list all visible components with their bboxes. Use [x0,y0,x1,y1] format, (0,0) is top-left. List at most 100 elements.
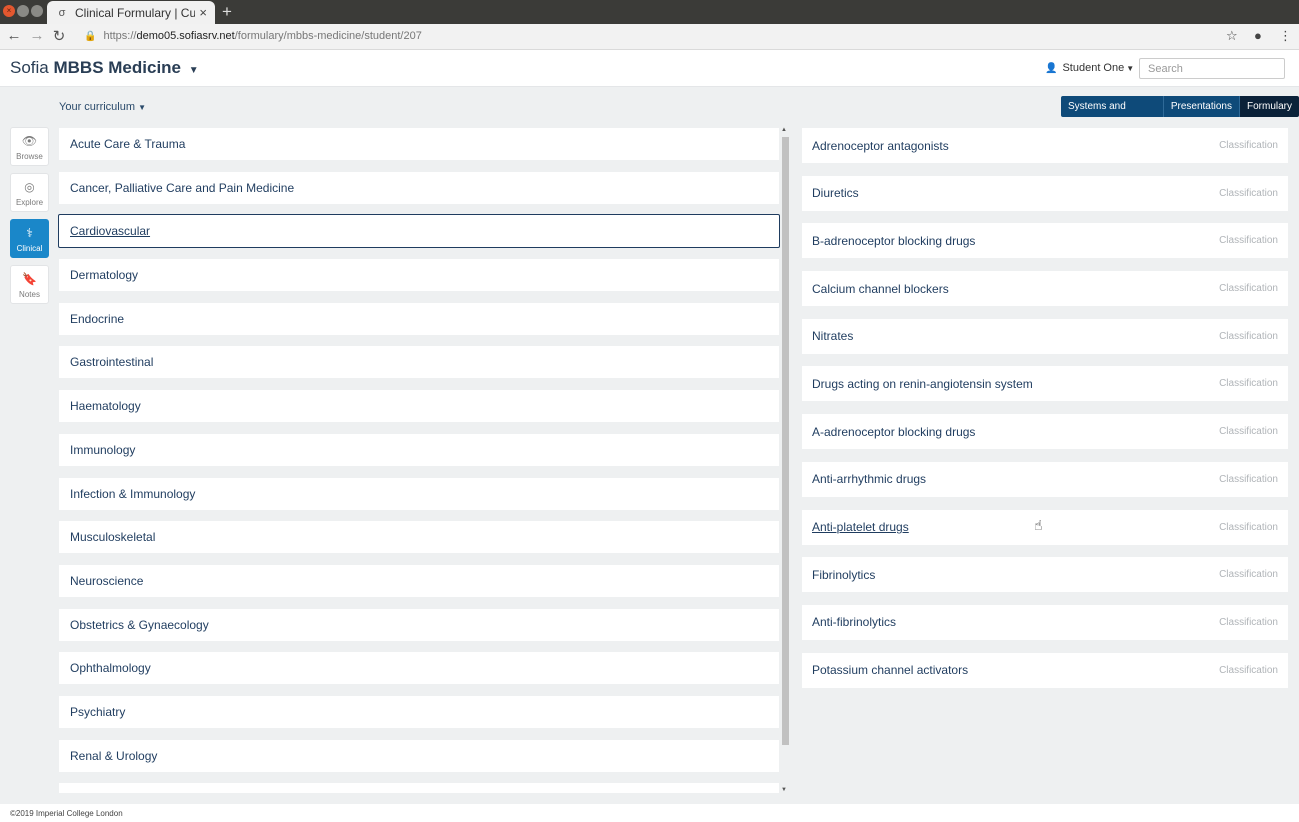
footer: ©2019 Imperial College London [0,804,1299,822]
sidenav-item-clinical[interactable]: ⚕ Clinical [10,219,49,258]
brand-name: Sofia [10,58,49,77]
list-item[interactable]: Acute Care & Trauma [58,127,780,161]
systems-list-scrollbar[interactable]: ▲ ▼ [781,127,790,793]
url-host: demo05.sofiasrv.net [136,30,235,42]
drug-type: Classification [1219,378,1278,390]
list-item[interactable]: Neuroscience [58,563,780,598]
scroll-down-arrow-icon[interactable]: ▼ [781,787,787,793]
list-item-selected[interactable]: Cardiovascular [58,214,780,249]
drug-name[interactable]: Adrenoceptor antagonists [812,139,949,153]
list-item[interactable]: A-adrenoceptor blocking drugs Classifica… [801,413,1289,451]
sofia-favicon-icon: σ [58,6,66,19]
drug-type: Classification [1219,330,1278,342]
list-item[interactable]: Calcium channel blockers Classification [801,270,1289,308]
list-item[interactable]: Musculoskeletal [58,520,780,555]
browser-menu-icon[interactable]: ⋮ [1279,28,1292,44]
tab-title: Clinical Formulary | Curric [75,5,196,20]
window-maximize-icon[interactable] [31,5,43,17]
drug-name[interactable]: Potassium channel activators [812,663,968,677]
drug-name[interactable]: Fibrinolytics [812,568,875,582]
tab-systems-and-specialties[interactable]: Systems and Specialties [1061,96,1164,117]
hand-pointer-icon: ☝ [1034,517,1043,533]
url-scheme: https:// [103,30,137,42]
scrollbar-thumb[interactable] [782,137,789,745]
compass-icon: ◎ [24,180,35,194]
user-menu[interactable]: 👤 Student One ▼ [1045,62,1134,74]
drug-name[interactable]: Anti-arrhythmic drugs [812,472,926,486]
sidenav-item-browse[interactable]: 👁 Browse [10,127,49,166]
view-switcher: Systems and Specialties Presentations Fo… [1061,96,1299,117]
list-item[interactable]: Nitrates Classification [801,317,1289,355]
list-item[interactable]: Obstetrics & Gynaecology [58,607,780,642]
systems-list-panel: Acute Care & Trauma Cancer, Palliative C… [58,127,790,793]
curriculum-dropdown[interactable]: Your curriculum ▼ [59,101,146,113]
drug-name[interactable]: Anti-platelet drugs [812,520,909,534]
search-input[interactable] [1139,58,1285,79]
list-item[interactable]: Fibrinolytics Classification [801,556,1289,594]
scroll-up-arrow-icon[interactable]: ▲ [781,127,787,133]
drug-type: Classification [1219,426,1278,438]
bookmark-star-icon[interactable]: ☆ [1226,28,1238,44]
drug-type: Classification [1219,569,1278,581]
list-item[interactable]: Dermatology [58,258,780,293]
list-item[interactable]: B-adrenoceptor blocking drugs Classifica… [801,222,1289,260]
course-name: MBBS Medicine [53,58,182,77]
sidenav-item-explore[interactable]: ◎ Explore [10,173,49,212]
list-item[interactable]: Infection & Immunology [58,476,780,511]
window-close-icon[interactable]: × [3,5,15,17]
list-item[interactable]: Anti-platelet drugs Classification [801,508,1289,546]
drug-name[interactable]: B-adrenoceptor blocking drugs [812,234,975,248]
window-minimize-icon[interactable] [17,5,29,17]
browser-tab[interactable]: σ Clinical Formulary | Curric × [47,1,215,24]
reload-icon[interactable]: ↻ [50,27,68,45]
tab-formulary[interactable]: Formulary [1239,96,1299,117]
forward-arrow-icon[interactable]: → [28,27,46,44]
drug-name[interactable]: Anti-fibrinolytics [812,615,896,629]
brand-menu[interactable]: Sofia MBBS Medicine ▼ [10,58,199,78]
tab-presentations[interactable]: Presentations [1163,96,1240,117]
list-item[interactable] [58,782,780,793]
list-item[interactable]: Gastrointestinal [58,345,780,380]
sidenav-item-notes[interactable]: 🔖 Notes [10,265,49,304]
drug-type: Classification [1219,521,1278,533]
list-item[interactable]: Drugs acting on renin-angiotensin system… [801,365,1289,403]
doctor-icon: ⚕ [26,226,33,240]
user-name: Student One [1062,62,1125,74]
drug-name[interactable]: Nitrates [812,329,853,343]
caret-down-icon: ▼ [138,103,146,112]
back-arrow-icon[interactable]: ← [5,27,23,44]
side-nav: 👁 Browse ◎ Explore ⚕ Clinical 🔖 Notes [10,127,49,311]
list-item[interactable]: Endocrine [58,301,780,336]
list-item[interactable]: Potassium channel activators Classificat… [801,651,1289,689]
list-item[interactable]: Renal & Urology [58,738,780,773]
account-icon[interactable]: ● [1254,28,1262,43]
sidenav-label: Explore [15,198,44,207]
drug-name[interactable]: Diuretics [812,186,859,200]
list-item[interactable]: Anti-fibrinolytics Classification [801,603,1289,641]
list-item[interactable]: Diuretics Classification [801,174,1289,212]
drug-name[interactable]: Calcium channel blockers [812,282,949,296]
list-item[interactable]: Ophthalmology [58,651,780,686]
eye-icon: 👁 [21,134,38,148]
drug-type: Classification [1219,140,1278,151]
list-item[interactable]: Adrenoceptor antagonists Classification [801,127,1289,164]
address-bar: ← → ↻ 🔒 https://demo05.sofiasrv.net/form… [0,24,1299,50]
drug-type: Classification [1219,235,1278,247]
drug-type: Classification [1219,187,1278,199]
curriculum-label: Your curriculum [59,101,136,113]
drug-type: Classification [1219,616,1278,628]
list-item[interactable]: Anti-arrhythmic drugs Classification [801,460,1289,498]
user-icon: 👤 [1045,62,1058,74]
drug-name[interactable]: Drugs acting on renin-angiotensin system [812,377,1033,391]
app-header: Sofia MBBS Medicine ▼ 👤 Student One ▼ [0,50,1299,87]
drug-name[interactable]: A-adrenoceptor blocking drugs [812,425,975,439]
browser-tab-bar: × σ Clinical Formulary | Curric × + [0,0,1299,24]
tab-close-icon[interactable]: × [199,5,207,20]
url-field[interactable]: 🔒 https://demo05.sofiasrv.net/formulary/… [84,30,422,42]
new-tab-icon[interactable]: + [222,2,232,22]
url-path: /formulary/mbbs-medicine/student/207 [234,30,422,42]
list-item[interactable]: Haematology [58,389,780,424]
list-item[interactable]: Immunology [58,432,780,467]
list-item[interactable]: Cancer, Palliative Care and Pain Medicin… [58,170,780,205]
list-item[interactable]: Psychiatry [58,694,780,729]
